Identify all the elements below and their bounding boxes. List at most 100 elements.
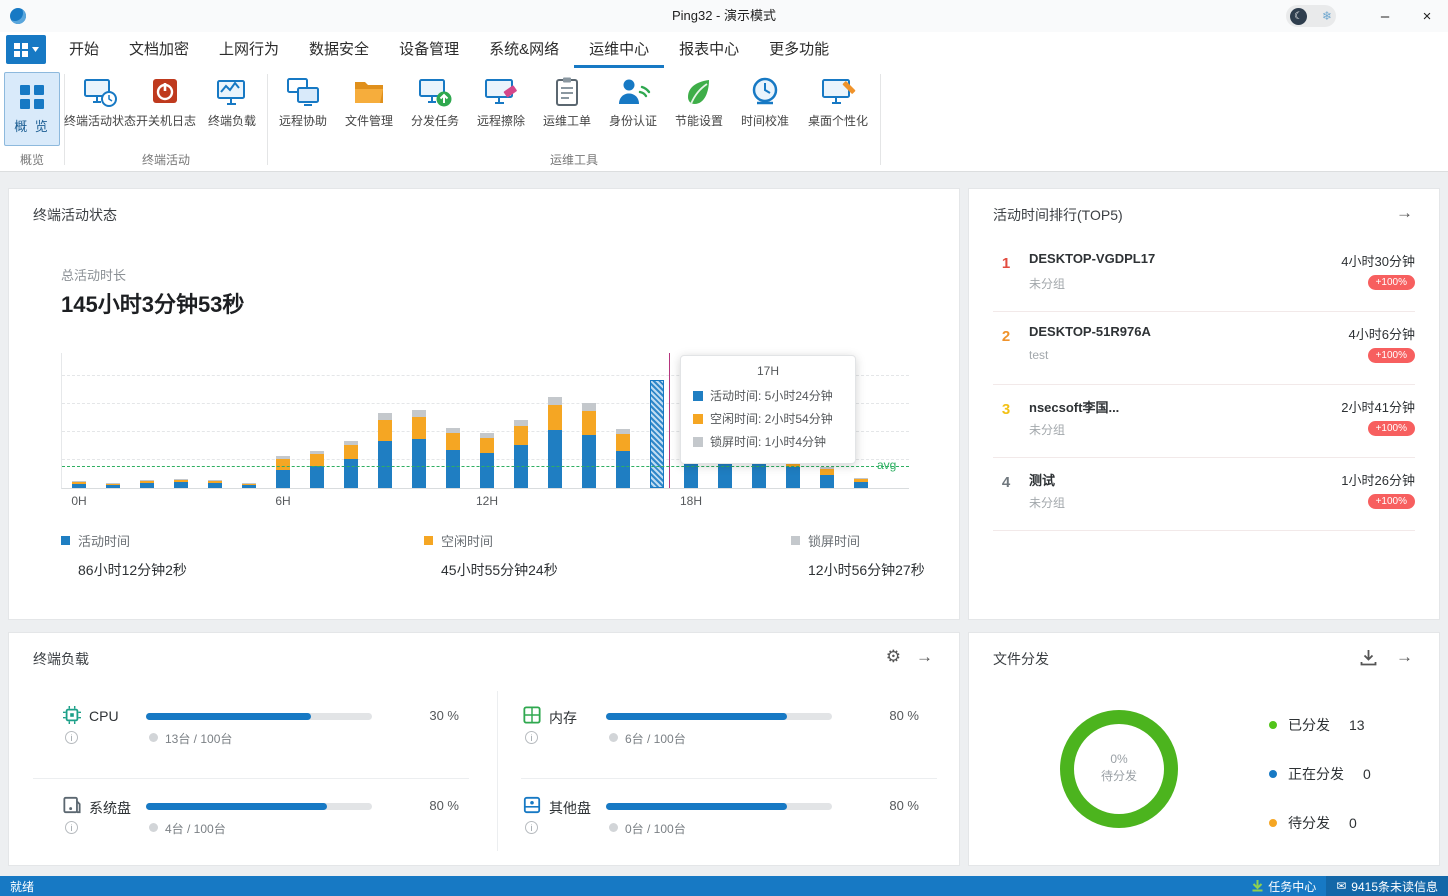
chart-bar-segment	[412, 439, 426, 488]
terminal-group: 未分组	[1029, 494, 1065, 511]
tab-start[interactable]: 开始	[54, 32, 114, 68]
tab-device-management[interactable]: 设备管理	[384, 32, 474, 68]
chart-bar[interactable]	[514, 420, 528, 488]
chart-bar[interactable]	[242, 483, 256, 488]
tab-web-behavior[interactable]: 上网行为	[204, 32, 294, 68]
activity-chart: avg 17H 活动时间: 5小时24分钟 空闲时间: 2小时54分钟 锁屏时间…	[61, 353, 909, 489]
ribbon-item-desktop-customization[interactable]: 桌面个性化	[798, 70, 878, 131]
chart-bar[interactable]	[412, 410, 426, 488]
arrow-right-icon[interactable]: →	[1396, 647, 1413, 667]
tab-data-security[interactable]: 数据安全	[294, 32, 384, 68]
ribbon-separator	[880, 74, 881, 165]
load-cell-system-disk: 系统盘 80 % i 4台 / 100台	[9, 785, 459, 865]
ribbon-item-ops-ticket[interactable]: 运维工单	[534, 70, 600, 131]
donut-center-text: 0% 待分发	[1053, 751, 1185, 785]
cpu-progress-bar	[146, 713, 372, 720]
ribbon-group-label-overview: 概览	[2, 151, 62, 171]
chart-bar[interactable]	[378, 413, 392, 488]
ribbon-item-identity-auth[interactable]: 身份认证	[600, 70, 666, 131]
tab-report-center[interactable]: 报表中心	[664, 32, 754, 68]
ribbon-item-remote-wipe[interactable]: 远程擦除	[468, 70, 534, 131]
info-icon[interactable]: i	[525, 821, 538, 834]
ribbon-item-power-log[interactable]: 开关机日志	[133, 70, 199, 131]
chart-bar[interactable]	[480, 433, 494, 488]
ribbon-item-terminal-load[interactable]: 终端负载	[199, 70, 265, 131]
panel-title-top5: 活动时间排行(TOP5)	[993, 205, 1123, 225]
ribbon-group-label-terminal-activity: 终端活动	[67, 151, 265, 171]
chart-bar[interactable]	[616, 429, 630, 488]
chart-tooltip: 17H 活动时间: 5小时24分钟 空闲时间: 2小时54分钟 锁屏时间: 1小…	[680, 355, 856, 464]
legend-idle-time: 空闲时间 45小时55分钟24秒	[424, 531, 558, 580]
load-cell-memory: 内存 80 % i 6台 / 100台	[469, 695, 919, 775]
chart-bar-segment	[140, 483, 154, 488]
ribbon-item-file-manager[interactable]: 文件管理	[336, 70, 402, 131]
terminal-name: DESKTOP-VGDPL17	[1029, 251, 1155, 266]
chart-bar[interactable]	[106, 483, 120, 488]
task-center-button[interactable]: 任务中心	[1242, 876, 1326, 896]
arrow-right-icon[interactable]: →	[916, 647, 933, 667]
info-icon[interactable]: i	[65, 821, 78, 834]
chart-bar-segment	[412, 417, 426, 439]
tab-ops-center[interactable]: 运维中心	[574, 32, 664, 68]
x-axis-tick-label: 12H	[476, 494, 498, 508]
ribbon-tab-bar: 开始 文档加密 上网行为 数据安全 设备管理 系统&网络 运维中心 报表中心 更…	[0, 32, 1448, 68]
lock-time-swatch	[693, 437, 703, 447]
other-disk-percent: 80 %	[861, 798, 919, 813]
chart-bar[interactable]	[820, 467, 834, 488]
x-axis-tick-label: 6H	[275, 494, 290, 508]
top5-list: 1 DESKTOP-VGDPL17 未分组 4小时30分钟 +100% 2 DE…	[969, 239, 1439, 531]
chart-bar[interactable]	[582, 403, 596, 488]
delta-badge: +100%	[1368, 275, 1415, 290]
load-cell-other-disk: 其他盘 80 % i 0台 / 100台	[469, 785, 919, 865]
chart-bar[interactable]	[548, 397, 562, 488]
download-icon[interactable]	[1360, 649, 1377, 666]
arrow-right-icon[interactable]: →	[1396, 203, 1413, 223]
status-ready: 就绪	[0, 878, 1242, 895]
info-icon[interactable]: i	[65, 731, 78, 744]
chart-bar[interactable]	[174, 479, 188, 488]
chart-bar[interactable]	[446, 428, 460, 488]
gear-icon[interactable]: ⚙	[886, 647, 901, 667]
list-item[interactable]: 2 DESKTOP-51R976A test 4小时6分钟 +100%	[993, 312, 1415, 385]
ribbon-item-energy-saving[interactable]: 节能设置	[666, 70, 732, 131]
chart-bar-segment	[344, 459, 358, 488]
ribbon-item-dispatch-task[interactable]: 分发任务	[402, 70, 468, 131]
chart-bar[interactable]	[208, 480, 222, 488]
theme-toggle[interactable]: ☾ ❄	[1286, 5, 1336, 27]
chart-bar[interactable]	[650, 380, 664, 488]
list-item[interactable]: 1 DESKTOP-VGDPL17 未分组 4小时30分钟 +100%	[993, 239, 1415, 312]
minimize-button[interactable]: –	[1364, 0, 1406, 32]
chart-bar-segment	[786, 467, 800, 488]
x-axis-tick-label: 0H	[71, 494, 86, 508]
list-item[interactable]: 3 nsecsoft李国... 未分组 2小时41分钟 +100%	[993, 385, 1415, 458]
tab-system-network[interactable]: 系统&网络	[474, 32, 574, 68]
count-dot	[149, 733, 158, 742]
list-item[interactable]: 4 测试 未分组 1小时26分钟 +100%	[993, 458, 1415, 531]
chart-bar[interactable]	[854, 478, 868, 488]
tab-more-features[interactable]: 更多功能	[754, 32, 844, 68]
info-icon[interactable]: i	[525, 731, 538, 744]
chart-bar-highlighted	[650, 380, 664, 488]
chart-bar[interactable]	[276, 456, 290, 488]
app-menu-button[interactable]	[6, 35, 46, 64]
ribbon-item-terminal-activity-status[interactable]: 终端活动状态	[67, 70, 133, 131]
overview-button[interactable]: 概 览	[4, 72, 60, 146]
ribbon-item-remote-assist[interactable]: 远程协助	[270, 70, 336, 131]
ribbon-item-time-calibration[interactable]: 时间校准	[732, 70, 798, 131]
rank-number: 4	[993, 474, 1019, 491]
tooltip-idle-time: 空闲时间: 2小时54分钟	[710, 410, 833, 427]
close-button[interactable]: ×	[1406, 0, 1448, 32]
panel-title-activity: 终端活动状态	[33, 205, 117, 225]
chart-bar[interactable]	[72, 481, 86, 488]
unread-messages-button[interactable]: ✉ 9415条未读信息	[1326, 876, 1448, 896]
tooltip-lock-time: 锁屏时间: 1小时4分钟	[710, 433, 826, 450]
remote-wipe-icon	[483, 76, 519, 108]
chart-bar-segment	[548, 397, 562, 405]
chart-bar[interactable]	[310, 451, 324, 488]
terminal-load-icon	[214, 76, 250, 108]
count-dot	[609, 823, 618, 832]
chart-bar[interactable]	[344, 441, 358, 488]
terminal-group: 未分组	[1029, 421, 1065, 438]
tab-doc-encryption[interactable]: 文档加密	[114, 32, 204, 68]
chart-bar[interactable]	[140, 480, 154, 488]
